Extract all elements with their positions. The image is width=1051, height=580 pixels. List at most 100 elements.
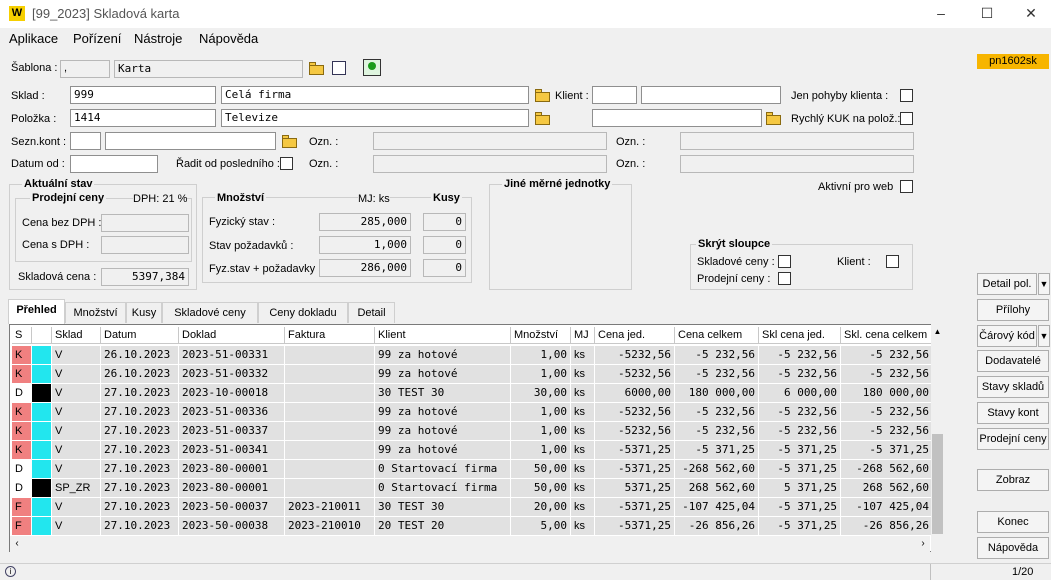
stavy-skladu-button[interactable]: Stavy skladů — [977, 376, 1049, 398]
datum-od-field[interactable] — [70, 155, 158, 173]
cell-doklad[interactable]: 2023-51-00341 — [179, 441, 285, 459]
row-status-badge[interactable]: F — [12, 498, 32, 516]
tab-kusy[interactable]: Kusy — [126, 302, 162, 323]
column-header-mj[interactable]: MJ — [571, 327, 595, 344]
kuk-field[interactable] — [592, 109, 762, 127]
cell-faktura[interactable] — [285, 403, 375, 421]
cell-datum[interactable]: 27.10.2023 — [101, 517, 179, 535]
cell-datum[interactable]: 27.10.2023 — [101, 498, 179, 516]
cell-mj[interactable]: ks — [571, 498, 595, 516]
cell-mj[interactable]: ks — [571, 384, 595, 402]
cell-doklad[interactable]: 2023-51-00331 — [179, 346, 285, 364]
stavy-kont-button[interactable]: Stavy kont — [977, 402, 1049, 424]
skryt-klient-checkbox[interactable] — [886, 255, 899, 268]
column-header-datum[interactable]: Datum — [101, 327, 179, 344]
ozn-field-2[interactable] — [680, 132, 914, 150]
napoveda-button[interactable]: Nápověda — [977, 537, 1049, 559]
menu-nastroje[interactable]: Nástroje — [134, 31, 182, 46]
dodavatele-button[interactable]: Dodavatelé — [977, 350, 1049, 372]
cell-doklad[interactable]: 2023-80-00001 — [179, 479, 285, 497]
cell-cena_celkem[interactable]: -5 232,56 — [675, 403, 759, 421]
cell-skl_cena_jed[interactable]: 6 000,00 — [759, 384, 841, 402]
cell-sklad[interactable]: V — [52, 403, 101, 421]
klient-code-field[interactable] — [592, 86, 637, 104]
scroll-up-icon[interactable]: ▲ — [931, 324, 944, 340]
detail-pol-button[interactable]: Detail pol. — [977, 273, 1037, 295]
cell-klient[interactable]: 0 Startovací firma — [375, 460, 511, 478]
polozka-name-field[interactable]: Televize — [221, 109, 529, 127]
cell-faktura[interactable] — [285, 365, 375, 383]
minimize-button[interactable]: – — [919, 2, 963, 26]
row-status-badge[interactable]: D — [12, 460, 32, 478]
row-color-swatch[interactable] — [32, 441, 52, 459]
cell-klient[interactable]: 99 za hotové — [375, 422, 511, 440]
cell-doklad[interactable]: 2023-51-00336 — [179, 403, 285, 421]
kuk-folder-icon[interactable] — [766, 112, 782, 125]
cell-skl_cena_jed[interactable]: -5 232,56 — [759, 403, 841, 421]
cell-cena_celkem[interactable]: -26 856,26 — [675, 517, 759, 535]
jen-pohyby-checkbox[interactable] — [900, 89, 913, 102]
vertical-scroll-thumb[interactable] — [932, 434, 943, 534]
cell-mj[interactable]: ks — [571, 517, 595, 535]
cell-cena_jed[interactable]: -5371,25 — [595, 460, 675, 478]
cell-sklad[interactable]: SP_ZR — [52, 479, 101, 497]
cell-klient[interactable]: 20 TEST 20 — [375, 517, 511, 535]
menu-porizeni[interactable]: Pořízení — [73, 31, 121, 46]
cell-mnozstvi[interactable]: 50,00 — [511, 460, 571, 478]
cell-klient[interactable]: 0 Startovací firma — [375, 479, 511, 497]
cell-mnozstvi[interactable]: 30,00 — [511, 384, 571, 402]
data-grid[interactable]: S Sklad Datum Doklad Faktura Klient Množství MJ… — [9, 324, 944, 552]
cell-skl_cena_jed[interactable]: -5 232,56 — [759, 346, 841, 364]
cell-mnozstvi[interactable]: 1,00 — [511, 422, 571, 440]
sablona-code-field[interactable]: , — [60, 60, 110, 78]
row-status-badge[interactable]: K — [12, 403, 32, 421]
tab-prehled[interactable]: Přehled — [8, 299, 65, 324]
row-status-badge[interactable]: K — [12, 346, 32, 364]
prodejni-ceny-button[interactable]: Prodejní ceny — [977, 428, 1049, 450]
row-color-swatch[interactable] — [32, 498, 52, 516]
cell-sklad[interactable]: V — [52, 460, 101, 478]
cell-sklad[interactable]: V — [52, 498, 101, 516]
column-header-faktura[interactable]: Faktura — [285, 327, 375, 344]
cell-mnozstvi[interactable]: 1,00 — [511, 441, 571, 459]
cell-cena_celkem[interactable]: -5 371,25 — [675, 441, 759, 459]
cell-mj[interactable]: ks — [571, 441, 595, 459]
carovy-kod-button[interactable]: Čárový kód — [977, 325, 1037, 347]
cell-skl_cena_jed[interactable]: -5 371,25 — [759, 441, 841, 459]
row-color-swatch[interactable] — [32, 384, 52, 402]
cell-skl_cena_celkem[interactable]: -5 232,56 — [841, 365, 933, 383]
cell-datum[interactable]: 26.10.2023 — [101, 365, 179, 383]
column-header-cena_celkem[interactable]: Cena celkem — [675, 327, 759, 344]
cell-mj[interactable]: ks — [571, 403, 595, 421]
sklad-code-field[interactable]: 999 — [70, 86, 216, 104]
cell-faktura[interactable] — [285, 460, 375, 478]
cell-skl_cena_jed[interactable]: -5 232,56 — [759, 422, 841, 440]
row-color-swatch[interactable] — [32, 422, 52, 440]
column-header-cena_jed[interactable]: Cena jed. — [595, 327, 675, 344]
column-header-skl_cena_jed[interactable]: Skl cena jed. — [759, 327, 841, 344]
cell-cena_celkem[interactable]: -5 232,56 — [675, 422, 759, 440]
cell-cena_jed[interactable]: 6000,00 — [595, 384, 675, 402]
cell-mj[interactable]: ks — [571, 479, 595, 497]
cell-mnozstvi[interactable]: 50,00 — [511, 479, 571, 497]
cell-skl_cena_celkem[interactable]: -5 232,56 — [841, 422, 933, 440]
cell-skl_cena_celkem[interactable]: -5 371,25 — [841, 441, 933, 459]
cell-doklad[interactable]: 2023-50-00038 — [179, 517, 285, 535]
cell-skl_cena_celkem[interactable]: -268 562,60 — [841, 460, 933, 478]
cell-klient[interactable]: 99 za hotové — [375, 403, 511, 421]
cell-faktura[interactable] — [285, 441, 375, 459]
skryt-skladove-checkbox[interactable] — [778, 255, 791, 268]
row-color-swatch[interactable] — [32, 460, 52, 478]
row-color-swatch[interactable] — [32, 403, 52, 421]
tab-ceny-dokladu[interactable]: Ceny dokladu — [258, 302, 348, 323]
maximize-button[interactable]: ☐ — [965, 2, 1009, 26]
cell-doklad[interactable]: 2023-51-00337 — [179, 422, 285, 440]
menu-aplikace[interactable]: Aplikace — [9, 31, 58, 46]
cell-doklad[interactable]: 2023-80-00001 — [179, 460, 285, 478]
close-button[interactable]: ✕ — [1009, 2, 1051, 26]
aktivni-checkbox[interactable] — [900, 180, 913, 193]
cell-cena_jed[interactable]: -5371,25 — [595, 517, 675, 535]
row-status-badge[interactable]: K — [12, 441, 32, 459]
cell-datum[interactable]: 27.10.2023 — [101, 384, 179, 402]
cell-skl_cena_jed[interactable]: 5 371,25 — [759, 479, 841, 497]
